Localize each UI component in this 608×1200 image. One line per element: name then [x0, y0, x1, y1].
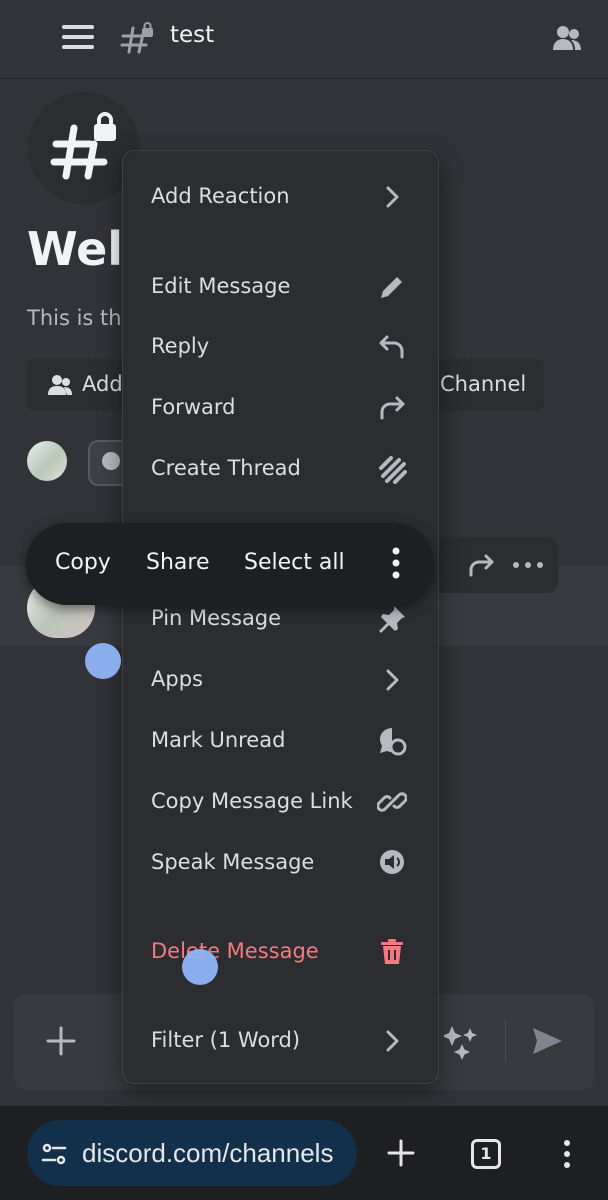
menu-item-label: Mark Unread [151, 728, 286, 752]
menu-item-speak-message[interactable]: Speak Message [123, 833, 438, 893]
speaker-icon [380, 850, 404, 874]
more-options-icon[interactable] [512, 561, 544, 569]
menu-item-label: Filter (1 Word) [151, 1028, 301, 1052]
edit-channel-label: Channel [440, 372, 527, 396]
reply-arrow-icon [379, 335, 404, 359]
channel-title[interactable]: test [170, 22, 214, 48]
forward-icon[interactable] [468, 553, 496, 577]
menu-item-create-thread[interactable]: Create Thread [123, 439, 438, 499]
menu-item-delete-message[interactable]: Delete Message [123, 922, 438, 982]
locked-channel-icon [120, 22, 156, 58]
site-info-icon[interactable] [40, 1140, 68, 1168]
forward-arrow-icon [380, 396, 405, 420]
message-actions-bar [420, 537, 558, 593]
composer-divider [505, 1020, 506, 1062]
new-tab-icon[interactable] [386, 1138, 416, 1168]
thread-icon [379, 456, 407, 484]
tab-switcher-button[interactable]: 1 [471, 1139, 501, 1169]
menu-item-label: Speak Message [151, 850, 315, 874]
menu-item-label: Forward [151, 395, 236, 419]
menu-item-label: Apps [151, 667, 203, 691]
menu-item-label: Delete Message [151, 939, 319, 963]
menu-icon[interactable] [62, 25, 94, 49]
message-context-menu: Add Reaction Edit Message Reply Forward … [122, 150, 439, 1084]
chevron-right-icon [386, 186, 399, 208]
add-members-label: Add [82, 372, 123, 396]
menu-item-label: Pin Message [151, 606, 282, 630]
avatar[interactable] [27, 441, 67, 481]
send-icon[interactable] [530, 1024, 564, 1058]
members-icon[interactable] [551, 22, 583, 54]
add-members-icon [48, 375, 72, 395]
copy-button[interactable]: Copy [55, 550, 111, 575]
menu-item-label: Copy Message Link [151, 789, 353, 813]
menu-item-forward[interactable]: Forward [123, 378, 438, 438]
browser-menu-icon[interactable] [562, 1138, 572, 1170]
sparkle-icon[interactable] [442, 1024, 480, 1060]
trash-icon [381, 939, 403, 964]
chevron-right-icon [386, 669, 399, 691]
menu-item-apps[interactable]: Apps [123, 650, 438, 710]
link-icon [377, 792, 407, 812]
chevron-right-icon [386, 1030, 399, 1052]
status-dot [102, 452, 120, 470]
menu-item-label: Reply [151, 334, 210, 358]
share-button[interactable]: Share [146, 550, 210, 575]
menu-item-edit-message[interactable]: Edit Message [123, 257, 438, 317]
pin-icon [379, 606, 405, 633]
pencil-icon [381, 277, 402, 298]
touch-indicator [182, 949, 218, 985]
select-all-button[interactable]: Select all [244, 550, 345, 575]
menu-item-label: Create Thread [151, 456, 301, 480]
touch-indicator [85, 643, 121, 679]
menu-item-copy-message-link[interactable]: Copy Message Link [123, 772, 438, 832]
menu-item-add-reaction[interactable]: Add Reaction [123, 167, 438, 227]
menu-item-label: Add Reaction [151, 184, 290, 208]
mark-unread-icon [380, 728, 407, 756]
menu-item-label: Edit Message [151, 274, 291, 298]
menu-item-filter[interactable]: Filter (1 Word) [123, 1011, 438, 1071]
more-vertical-icon[interactable] [390, 545, 402, 581]
menu-item-mark-unread[interactable]: Mark Unread [123, 711, 438, 771]
menu-item-reply[interactable]: Reply [123, 317, 438, 377]
url-text[interactable]: discord.com/channels [82, 1138, 344, 1169]
plus-icon[interactable] [44, 1024, 78, 1058]
